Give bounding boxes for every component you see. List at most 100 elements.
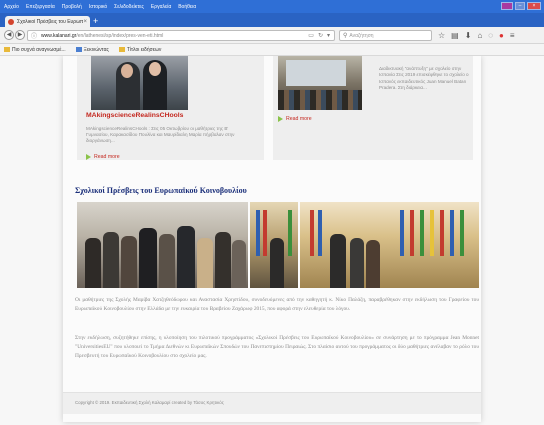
url-text: www.kalanari.gr/en/lathenesi/sp/index/pr…: [41, 33, 308, 39]
download-icon[interactable]: ⬇: [465, 31, 472, 40]
photo-gallery: [77, 202, 479, 288]
forward-icon[interactable]: ▶: [15, 30, 25, 40]
toolbar-icons: ☆ ▤ ⬇ ⌂ ◌ ● ≡: [438, 31, 515, 40]
bookmark-label: Πιο συχνά αναγνωσμέ...: [12, 46, 66, 53]
photo-figure: [270, 238, 284, 288]
hamburger-menu-icon[interactable]: ≡: [510, 31, 515, 40]
folder-icon: [4, 47, 10, 52]
read-more-label: Read more: [94, 154, 120, 160]
flag-shape: [400, 210, 404, 256]
photo-figure: [366, 240, 380, 288]
pocket-icon[interactable]: ◌: [488, 31, 493, 40]
menu-edit[interactable]: Επεξεργασία: [26, 4, 55, 10]
bookmark-star-icon[interactable]: ☆: [438, 31, 445, 40]
menu-file[interactable]: Αρχείο: [4, 4, 19, 10]
flag-shape: [440, 210, 444, 256]
back-icon[interactable]: ◀: [4, 30, 14, 40]
article-card: MAkingscienceRealinsCHools MAkingscience…: [77, 56, 264, 160]
photo-figure: [215, 232, 231, 288]
photo-figure: [197, 238, 213, 288]
menu-tools[interactable]: Εργαλεία: [151, 4, 171, 10]
url-path: /en/lathenesi/sp/index/pres-ven-eti.html: [76, 32, 164, 39]
gallery-photo-flags[interactable]: [250, 202, 298, 288]
bookmark-getting-started[interactable]: Ξεκινώντας: [75, 46, 109, 53]
flag-shape: [450, 210, 454, 256]
bookmark-label: Ξεκινώντας: [83, 46, 109, 53]
dropdown-icon[interactable]: ▾: [327, 32, 330, 39]
article-title[interactable]: MAkingscienceRealinsCHools: [86, 112, 183, 119]
browser-menu-bar: Αρχείο Επεξεργασία Προβολή Ιστορικό Σελι…: [0, 0, 544, 13]
photo-screen: [286, 60, 346, 86]
tab-strip: Σχολικοί Πρέσβεις του Ευρωπ... × +: [0, 13, 544, 27]
copyright-text: Copyright © 2019. Εκπαιδευτική Σχολή Καλ…: [75, 400, 224, 405]
gallery-photo-group[interactable]: [77, 202, 248, 288]
search-bar[interactable]: ⚲ Αναζήτηση: [339, 30, 432, 41]
addon-icon[interactable]: ●: [499, 31, 504, 40]
bookmarks-toolbar: Πιο συχνά αναγνωσμέ... Ξεκινώντας Τίτλοι…: [0, 44, 544, 56]
article-card: Διαδικτυακή "ανάπτυξη" με σχολείο στην Ι…: [273, 56, 473, 160]
bookmark-headlines[interactable]: Τίτλοι ειδήσεων: [118, 46, 162, 53]
bookmark-label: Τίτλοι ειδήσεων: [126, 46, 162, 53]
navigation-bar: ◀ ▶ ⓘ www.kalanari.gr/en/lathenesi/sp/in…: [0, 27, 544, 44]
search-placeholder: Αναζήτηση: [349, 32, 374, 39]
flag-shape: [420, 210, 424, 256]
photo-face: [121, 64, 133, 78]
home-icon[interactable]: ⌂: [477, 31, 482, 40]
article-photo[interactable]: [278, 56, 362, 110]
window-controls: – ×: [501, 2, 541, 10]
photo-face: [149, 62, 161, 76]
read-more-link[interactable]: Read more: [86, 154, 120, 160]
article-paragraph: Οι μαθήτριες της Σχολής Μαρίβα Χατζηθεόδ…: [75, 297, 479, 312]
photo-figure: [350, 238, 364, 288]
menu-bookmarks[interactable]: Σελιδοδείκτες: [114, 4, 144, 10]
minimize-icon[interactable]: –: [515, 2, 525, 10]
article-photo[interactable]: [91, 56, 188, 110]
photo-figure: [139, 228, 157, 288]
arrow-right-icon: [86, 154, 91, 160]
new-tab-icon[interactable]: +: [93, 16, 98, 26]
photo-audience: [278, 90, 362, 110]
article-paragraph: Στην εκδήλωση, συζητήθηκε επίσης, η υλοπ…: [75, 335, 479, 359]
close-tab-icon[interactable]: ×: [83, 19, 87, 25]
section-title: Σχολικοί Πρέσβεις του Ευρωπαϊκού Κοινοβο…: [75, 186, 247, 195]
flag-shape: [460, 210, 464, 256]
flag-shape: [256, 210, 260, 256]
url-domain: www.kalanari.gr: [41, 32, 77, 39]
read-more-link[interactable]: Read more: [278, 116, 312, 122]
bookmark-most-visited[interactable]: Πιο συχνά αναγνωσμέ...: [4, 47, 66, 53]
gallery-photo-hall[interactable]: [300, 202, 479, 288]
page-content: MAkingscienceRealinsCHools MAkingscience…: [63, 56, 481, 422]
photo-figure: [103, 232, 119, 288]
read-more-label: Read more: [286, 116, 312, 122]
flag-shape: [410, 210, 414, 256]
favicon-icon: [8, 18, 14, 25]
menu-history[interactable]: Ιστορικό: [89, 4, 107, 10]
flag-shape: [318, 210, 322, 256]
address-bar[interactable]: ⓘ www.kalanari.gr/en/lathenesi/sp/index/…: [27, 30, 335, 41]
photo-figure: [159, 234, 175, 288]
flag-shape: [263, 210, 267, 256]
article-excerpt: MAkingscienceRealinsCHools : Στις 05 Οκτ…: [86, 126, 235, 144]
firefox-icon: [75, 47, 82, 52]
library-icon[interactable]: ▤: [451, 31, 459, 40]
article-excerpt: Διαδικτυακή "ανάπτυξη" με σχολείο στην Ι…: [379, 66, 469, 91]
reader-view-icon[interactable]: ▭: [308, 32, 314, 39]
reload-icon[interactable]: ↻: [318, 32, 323, 39]
arrow-right-icon: [278, 116, 283, 122]
flag-shape: [430, 210, 434, 256]
globe-icon: ⓘ: [31, 34, 38, 40]
page-footer: Copyright © 2019. Εκπαιδευτική Σχολή Καλ…: [63, 392, 481, 414]
photo-figure: [330, 234, 346, 288]
tab-title: Σχολικοί Πρέσβεις του Ευρωπ...: [17, 18, 84, 25]
menu-view[interactable]: Προβολή: [62, 4, 82, 10]
addon-badge-icon[interactable]: [501, 2, 513, 10]
flag-shape: [310, 210, 314, 256]
flag-shape: [288, 210, 292, 256]
browser-tab[interactable]: Σχολικοί Πρέσβεις του Ευρωπ... ×: [5, 16, 90, 27]
photo-figure: [177, 226, 195, 288]
close-window-icon[interactable]: ×: [527, 2, 541, 10]
photo-figure: [232, 240, 246, 288]
search-icon: ⚲: [343, 33, 348, 39]
menu-help[interactable]: Βοήθεια: [178, 4, 196, 10]
rss-icon: [118, 47, 125, 52]
